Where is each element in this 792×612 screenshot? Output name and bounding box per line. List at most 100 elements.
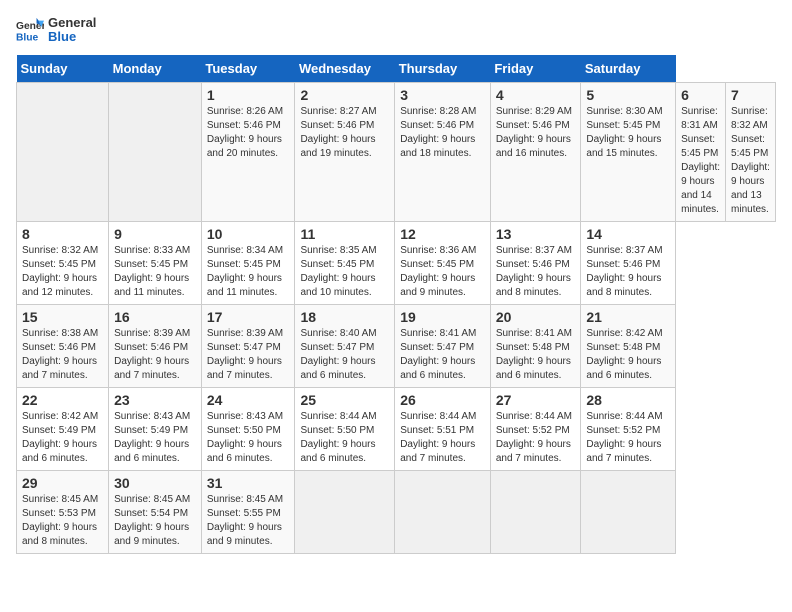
day-info: Sunrise: 8:28 AMSunset: 5:46 PMDaylight:…: [400, 106, 476, 159]
calendar-cell: [581, 470, 676, 553]
day-info: Sunrise: 8:44 AMSunset: 5:52 PMDaylight:…: [586, 411, 662, 464]
day-number: 25: [300, 392, 389, 408]
calendar-cell: 15Sunrise: 8:38 AMSunset: 5:46 PMDayligh…: [17, 304, 109, 387]
calendar-cell: 14 Sunrise: 8:37 AMSunset: 5:46 PMDayligh…: [581, 221, 676, 304]
day-number: 23: [114, 392, 196, 408]
weekday-header-tuesday: Tuesday: [201, 55, 295, 83]
calendar-cell: 8 Sunrise: 8:32 AMSunset: 5:45 PMDaylight…: [17, 221, 109, 304]
calendar-row: 29Sunrise: 8:45 AMSunset: 5:53 PMDayligh…: [17, 470, 776, 553]
logo-line1: General: [48, 16, 96, 30]
calendar-cell: 28 Sunrise: 8:44 AMSunset: 5:52 PMDayligh…: [581, 387, 676, 470]
day-number: 17: [207, 309, 290, 325]
day-info: Sunrise: 8:36 AMSunset: 5:45 PMDaylight:…: [400, 245, 476, 298]
day-number: 8: [22, 226, 103, 242]
calendar-cell: 3 Sunrise: 8:28 AMSunset: 5:46 PMDaylight…: [395, 82, 491, 221]
day-info: Sunrise: 8:26 AMSunset: 5:46 PMDaylight:…: [207, 106, 283, 159]
day-info: Sunrise: 8:30 AMSunset: 5:45 PMDaylight:…: [586, 106, 662, 159]
day-number: 3: [400, 87, 485, 103]
calendar-cell: 19 Sunrise: 8:41 AMSunset: 5:47 PMDayligh…: [395, 304, 491, 387]
calendar-cell: 23 Sunrise: 8:43 AMSunset: 5:49 PMDayligh…: [109, 387, 202, 470]
day-info: Sunrise: 8:37 AMSunset: 5:46 PMDaylight:…: [586, 245, 662, 298]
day-number: 18: [300, 309, 389, 325]
calendar-cell: 22Sunrise: 8:42 AMSunset: 5:49 PMDayligh…: [17, 387, 109, 470]
day-number: 12: [400, 226, 485, 242]
day-info: Sunrise: 8:43 AMSunset: 5:49 PMDaylight:…: [114, 411, 190, 464]
calendar-table: SundayMondayTuesdayWednesdayThursdayFrid…: [16, 55, 776, 554]
day-info: Sunrise: 8:27 AMSunset: 5:46 PMDaylight:…: [300, 106, 376, 159]
calendar-cell: 29Sunrise: 8:45 AMSunset: 5:53 PMDayligh…: [17, 470, 109, 553]
day-info: Sunrise: 8:45 AMSunset: 5:55 PMDaylight:…: [207, 494, 283, 547]
day-number: 26: [400, 392, 485, 408]
day-number: 19: [400, 309, 485, 325]
calendar-cell: 31 Sunrise: 8:45 AMSunset: 5:55 PMDayligh…: [201, 470, 295, 553]
day-info: Sunrise: 8:31 AMSunset: 5:45 PMDaylight:…: [681, 106, 720, 215]
logo-line2: Blue: [48, 30, 96, 44]
logo: General Blue General Blue: [16, 16, 96, 45]
calendar-cell: 6 Sunrise: 8:31 AMSunset: 5:45 PMDaylight…: [676, 82, 726, 221]
weekday-header-saturday: Saturday: [581, 55, 676, 83]
calendar-cell: [490, 470, 581, 553]
calendar-cell: 17 Sunrise: 8:39 AMSunset: 5:47 PMDayligh…: [201, 304, 295, 387]
calendar-cell: 9 Sunrise: 8:33 AMSunset: 5:45 PMDaylight…: [109, 221, 202, 304]
day-info: Sunrise: 8:42 AMSunset: 5:48 PMDaylight:…: [586, 328, 662, 381]
day-number: 11: [300, 226, 389, 242]
empty-cell: [17, 82, 109, 221]
calendar-cell: 4 Sunrise: 8:29 AMSunset: 5:46 PMDaylight…: [490, 82, 581, 221]
svg-text:Blue: Blue: [16, 33, 39, 44]
calendar-cell: [295, 470, 395, 553]
calendar-cell: 16Sunrise: 8:39 AMSunset: 5:46 PMDayligh…: [109, 304, 202, 387]
day-number: 4: [496, 87, 576, 103]
day-info: Sunrise: 8:33 AMSunset: 5:45 PMDaylight:…: [114, 245, 190, 298]
weekday-header-row: SundayMondayTuesdayWednesdayThursdayFrid…: [17, 55, 776, 83]
day-number: 31: [207, 475, 290, 491]
day-info: Sunrise: 8:41 AMSunset: 5:47 PMDaylight:…: [400, 328, 476, 381]
empty-cell: [109, 82, 202, 221]
day-info: Sunrise: 8:41 AMSunset: 5:48 PMDaylight:…: [496, 328, 572, 381]
day-info: Sunrise: 8:44 AMSunset: 5:51 PMDaylight:…: [400, 411, 476, 464]
calendar-cell: 11 Sunrise: 8:35 AMSunset: 5:45 PMDayligh…: [295, 221, 395, 304]
calendar-cell: 10Sunrise: 8:34 AMSunset: 5:45 PMDayligh…: [201, 221, 295, 304]
day-info: Sunrise: 8:45 AMSunset: 5:54 PMDaylight:…: [114, 494, 190, 547]
day-number: 28: [586, 392, 670, 408]
day-info: Sunrise: 8:44 AMSunset: 5:50 PMDaylight:…: [300, 411, 376, 464]
day-number: 29: [22, 475, 103, 491]
calendar-row: 15Sunrise: 8:38 AMSunset: 5:46 PMDayligh…: [17, 304, 776, 387]
day-info: Sunrise: 8:35 AMSunset: 5:45 PMDaylight:…: [300, 245, 376, 298]
weekday-header-friday: Friday: [490, 55, 581, 83]
calendar-cell: 1 Sunrise: 8:26 AMSunset: 5:46 PMDaylight…: [201, 82, 295, 221]
calendar-cell: 26 Sunrise: 8:44 AMSunset: 5:51 PMDayligh…: [395, 387, 491, 470]
calendar-cell: 5 Sunrise: 8:30 AMSunset: 5:45 PMDaylight…: [581, 82, 676, 221]
day-number: 16: [114, 309, 196, 325]
day-info: Sunrise: 8:44 AMSunset: 5:52 PMDaylight:…: [496, 411, 572, 464]
weekday-header-thursday: Thursday: [395, 55, 491, 83]
calendar-row: 8 Sunrise: 8:32 AMSunset: 5:45 PMDaylight…: [17, 221, 776, 304]
logo-icon: General Blue: [16, 16, 44, 44]
day-info: Sunrise: 8:43 AMSunset: 5:50 PMDaylight:…: [207, 411, 283, 464]
calendar-cell: 13Sunrise: 8:37 AMSunset: 5:46 PMDayligh…: [490, 221, 581, 304]
day-info: Sunrise: 8:29 AMSunset: 5:46 PMDaylight:…: [496, 106, 572, 159]
day-number: 15: [22, 309, 103, 325]
day-info: Sunrise: 8:39 AMSunset: 5:47 PMDaylight:…: [207, 328, 283, 381]
day-info: Sunrise: 8:32 AMSunset: 5:45 PMDaylight:…: [22, 245, 98, 298]
calendar-cell: 24Sunrise: 8:43 AMSunset: 5:50 PMDayligh…: [201, 387, 295, 470]
day-number: 1: [207, 87, 290, 103]
page-header: General Blue General Blue: [16, 16, 776, 45]
day-number: 7: [731, 87, 770, 103]
day-number: 20: [496, 309, 576, 325]
calendar-cell: 30Sunrise: 8:45 AMSunset: 5:54 PMDayligh…: [109, 470, 202, 553]
weekday-header-sunday: Sunday: [17, 55, 109, 83]
day-number: 21: [586, 309, 670, 325]
day-info: Sunrise: 8:37 AMSunset: 5:46 PMDaylight:…: [496, 245, 572, 298]
day-number: 6: [681, 87, 720, 103]
weekday-header-monday: Monday: [109, 55, 202, 83]
calendar-cell: 12 Sunrise: 8:36 AMSunset: 5:45 PMDayligh…: [395, 221, 491, 304]
weekday-header-wednesday: Wednesday: [295, 55, 395, 83]
day-info: Sunrise: 8:32 AMSunset: 5:45 PMDaylight:…: [731, 106, 770, 215]
calendar-cell: 7 Sunrise: 8:32 AMSunset: 5:45 PMDaylight…: [726, 82, 776, 221]
calendar-cell: 20 Sunrise: 8:41 AMSunset: 5:48 PMDayligh…: [490, 304, 581, 387]
day-number: 5: [586, 87, 670, 103]
calendar-cell: 21 Sunrise: 8:42 AMSunset: 5:48 PMDayligh…: [581, 304, 676, 387]
day-number: 9: [114, 226, 196, 242]
day-number: 14: [586, 226, 670, 242]
day-info: Sunrise: 8:34 AMSunset: 5:45 PMDaylight:…: [207, 245, 283, 298]
